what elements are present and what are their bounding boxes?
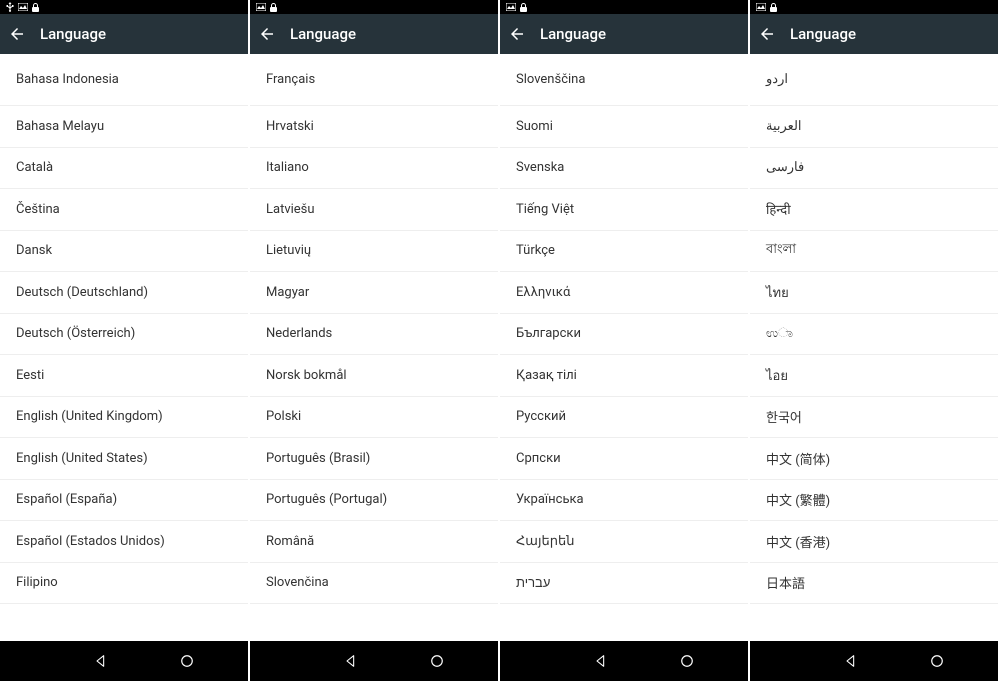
language-item[interactable]: Svenska xyxy=(500,148,748,190)
screen-panel-0: Language Bahasa Indonesia Bahasa Melayu … xyxy=(0,0,250,681)
language-item[interactable]: ಉಾ xyxy=(750,314,998,356)
language-item[interactable]: Suomi xyxy=(500,106,748,148)
nav-home-button[interactable] xyxy=(927,651,947,671)
language-item[interactable]: 日本語 xyxy=(750,563,998,605)
page-title: Language xyxy=(40,25,106,43)
language-item[interactable]: Čeština xyxy=(0,189,248,231)
screen-panel-3: Language اردو العربية فارسی हिन्दी বাংলা… xyxy=(750,0,1000,681)
language-item[interactable]: Français xyxy=(250,54,498,106)
screen-panel-2: Language Slovenščina Suomi Svenska Tiếng… xyxy=(500,0,750,681)
lock-icon xyxy=(270,3,277,12)
nav-back-button[interactable] xyxy=(591,651,611,671)
navigation-bar xyxy=(750,641,998,681)
language-item[interactable]: Latviešu xyxy=(250,189,498,231)
image-icon xyxy=(506,3,516,11)
language-list: Slovenščina Suomi Svenska Tiếng Việt Tür… xyxy=(500,54,748,641)
language-item[interactable]: Română xyxy=(250,521,498,563)
language-item[interactable]: Српски xyxy=(500,438,748,480)
language-item[interactable]: Bahasa Melayu xyxy=(0,106,248,148)
language-item[interactable]: Български xyxy=(500,314,748,356)
screen-panel-1: Language Français Hrvatski Italiano Latv… xyxy=(250,0,500,681)
language-item[interactable]: Polski xyxy=(250,397,498,439)
language-item[interactable]: Hrvatski xyxy=(250,106,498,148)
language-item[interactable]: Dansk xyxy=(0,231,248,273)
language-item[interactable]: اردو xyxy=(750,54,998,106)
language-list: Français Hrvatski Italiano Latviešu Liet… xyxy=(250,54,498,641)
lock-icon xyxy=(520,3,527,12)
language-item[interactable]: Lietuvių xyxy=(250,231,498,273)
language-item[interactable]: Magyar xyxy=(250,272,498,314)
language-item[interactable]: Nederlands xyxy=(250,314,498,356)
language-item[interactable]: 中文 (繁體) xyxy=(750,480,998,522)
language-item[interactable]: فارسی xyxy=(750,148,998,190)
language-item[interactable]: English (United Kingdom) xyxy=(0,397,248,439)
language-item[interactable]: English (United States) xyxy=(0,438,248,480)
app-bar: Language xyxy=(250,14,498,54)
back-button[interactable] xyxy=(6,23,28,45)
page-title: Language xyxy=(540,25,606,43)
nav-back-button[interactable] xyxy=(841,651,861,671)
language-item[interactable]: Türkçe xyxy=(500,231,748,273)
language-item[interactable]: العربية xyxy=(750,106,998,148)
language-item[interactable]: বাংলা xyxy=(750,231,998,273)
language-item[interactable]: हिन्दी xyxy=(750,189,998,231)
page-title: Language xyxy=(290,25,356,43)
navigation-bar xyxy=(0,641,248,681)
app-bar: Language xyxy=(500,14,748,54)
language-item[interactable]: Հայերեն xyxy=(500,521,748,563)
language-item[interactable]: Tiếng Việt xyxy=(500,189,748,231)
status-bar xyxy=(0,0,248,14)
lock-icon xyxy=(770,3,777,12)
back-button[interactable] xyxy=(256,23,278,45)
language-item[interactable]: Català xyxy=(0,148,248,190)
language-item[interactable]: ไอย xyxy=(750,355,998,397)
back-button[interactable] xyxy=(756,23,778,45)
page-title: Language xyxy=(790,25,856,43)
nav-back-button[interactable] xyxy=(341,651,361,671)
language-list: Bahasa Indonesia Bahasa Melayu Català Če… xyxy=(0,54,248,641)
language-item[interactable]: Русский xyxy=(500,397,748,439)
language-item[interactable]: Filipino xyxy=(0,563,248,605)
language-item[interactable]: 中文 (香港) xyxy=(750,521,998,563)
usb-icon xyxy=(6,2,14,12)
language-list: اردو العربية فارسی हिन्दी বাংলা ไทย ಉಾ ไ… xyxy=(750,54,998,641)
language-item[interactable]: Deutsch (Deutschland) xyxy=(0,272,248,314)
language-item[interactable]: Español (Estados Unidos) xyxy=(0,521,248,563)
language-item[interactable]: 中文 (简体) xyxy=(750,438,998,480)
status-bar xyxy=(250,0,498,14)
language-item[interactable]: 한국어 xyxy=(750,397,998,439)
language-item[interactable]: Қазақ тілі xyxy=(500,355,748,397)
language-item[interactable]: Norsk bokmål xyxy=(250,355,498,397)
language-item[interactable]: Slovenščina xyxy=(500,54,748,106)
nav-home-button[interactable] xyxy=(427,651,447,671)
image-icon xyxy=(256,3,266,11)
language-item[interactable]: Português (Brasil) xyxy=(250,438,498,480)
lock-icon xyxy=(32,3,39,12)
nav-home-button[interactable] xyxy=(177,651,197,671)
back-button[interactable] xyxy=(506,23,528,45)
language-item[interactable]: Bahasa Indonesia xyxy=(0,54,248,106)
nav-home-button[interactable] xyxy=(677,651,697,671)
language-item[interactable]: ไทย xyxy=(750,272,998,314)
status-bar xyxy=(750,0,998,14)
app-bar: Language xyxy=(0,14,248,54)
navigation-bar xyxy=(500,641,748,681)
language-item[interactable]: Español (España) xyxy=(0,480,248,522)
language-item[interactable]: עברית xyxy=(500,563,748,605)
language-item[interactable]: Italiano xyxy=(250,148,498,190)
language-item[interactable]: Українська xyxy=(500,480,748,522)
language-item[interactable]: Eesti xyxy=(0,355,248,397)
status-bar xyxy=(500,0,748,14)
language-item[interactable]: Português (Portugal) xyxy=(250,480,498,522)
language-item[interactable]: Slovenčina xyxy=(250,563,498,605)
image-icon xyxy=(18,3,28,11)
app-bar: Language xyxy=(750,14,998,54)
image-icon xyxy=(756,3,766,11)
nav-back-button[interactable] xyxy=(91,651,111,671)
language-item[interactable]: Deutsch (Österreich) xyxy=(0,314,248,356)
language-item[interactable]: Ελληνικά xyxy=(500,272,748,314)
navigation-bar xyxy=(250,641,498,681)
